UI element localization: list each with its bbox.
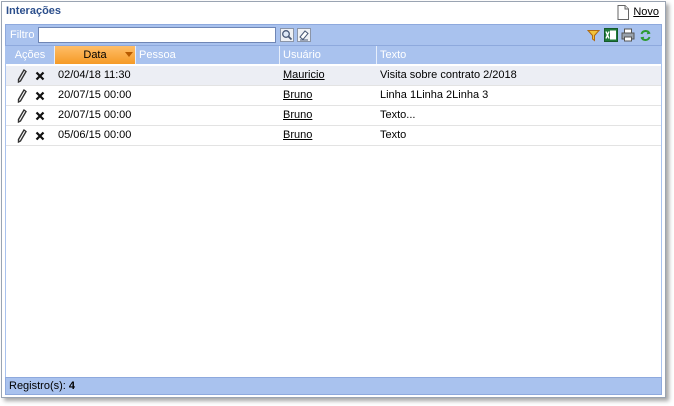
table-header: Ações Data Pessoa Usuário Texto [6,46,661,64]
filter-bar: Filtro [5,24,662,46]
interactions-window: Interações Novo Filtro Ações Data Pessoa… [1,1,666,398]
eraser-icon [296,28,311,42]
column-header-data[interactable]: Data [55,46,136,64]
date-cell: 20/07/15 00:00 [58,89,132,101]
pencil-icon [17,89,27,103]
edit-button[interactable] [15,68,29,84]
table-row[interactable]: 05/06/15 00:00 Bruno Texto [6,126,661,146]
date-cell: 02/04/18 11:30 [58,69,131,81]
delete-button[interactable] [33,108,47,124]
funnel-icon [587,29,600,41]
interactions-table: Ações Data Pessoa Usuário Texto 02/04/18… [5,46,662,377]
export-excel-button[interactable] [603,27,618,43]
pencil-icon [17,69,27,83]
text-cell: Texto [380,129,407,141]
window-title: Interações [6,5,62,17]
user-cell: Bruno [280,86,377,106]
user-link[interactable]: Bruno [283,129,312,141]
x-icon [35,71,45,81]
text-cell: Texto... [380,109,416,121]
table-row[interactable]: 20/07/15 00:00 Bruno Texto... [6,106,661,126]
filter-button[interactable] [586,27,601,43]
refresh-button[interactable] [638,27,653,43]
new-button[interactable]: Novo [617,4,659,20]
clear-filter-button[interactable] [296,27,311,43]
sort-descending-icon [125,52,133,57]
text-cell: Linha 1Linha 2Linha 3 [380,89,489,101]
edit-button[interactable] [15,108,29,124]
user-link[interactable]: Mauricio [283,69,325,81]
pencil-icon [17,109,27,123]
delete-button[interactable] [33,88,47,104]
x-icon [35,111,45,121]
x-icon [35,91,45,101]
printer-icon [621,28,634,42]
delete-button[interactable] [33,68,47,84]
column-header-texto[interactable]: Texto [377,46,661,64]
user-cell: Bruno [280,106,377,126]
column-header-data-label: Data [83,49,107,61]
date-cell: 05/06/15 00:00 [58,129,132,141]
column-header-usuario[interactable]: Usuário [280,46,377,64]
search-button[interactable] [279,27,294,43]
table-row[interactable]: 20/07/15 00:00 Bruno Linha 1Linha 2Linha… [6,86,661,106]
edit-button[interactable] [15,128,29,144]
user-link[interactable]: Bruno [283,89,312,101]
refresh-icon [640,29,651,41]
user-cell: Mauricio [280,66,377,86]
person-cell [136,66,280,86]
date-cell: 20/07/15 00:00 [58,109,132,121]
records-count: 4 [68,380,76,392]
user-link[interactable]: Bruno [283,109,312,121]
person-cell [136,86,280,106]
x-icon [35,131,45,141]
column-header-acoes[interactable]: Ações [6,46,55,64]
new-document-icon [617,4,630,20]
filter-input[interactable] [38,27,276,43]
edit-button[interactable] [15,88,29,104]
new-label: Novo [633,6,659,18]
pencil-icon [17,129,27,143]
filter-label: Filtro [10,29,35,41]
delete-button[interactable] [33,128,47,144]
user-cell: Bruno [280,126,377,146]
person-cell [136,126,280,146]
print-button[interactable] [620,27,635,43]
status-bar: Registro(s): 4 [5,377,662,395]
records-label: Registro(s): [9,380,66,392]
table-row[interactable]: 02/04/18 11:30 Mauricio Visita sobre con… [6,66,661,86]
title-bar: Interações Novo [2,2,665,22]
magnifier-icon [279,28,294,42]
column-header-pessoa[interactable]: Pessoa [136,46,280,64]
text-cell: Visita sobre contrato 2/2018 [380,69,517,81]
person-cell [136,106,280,126]
excel-icon [603,28,618,42]
